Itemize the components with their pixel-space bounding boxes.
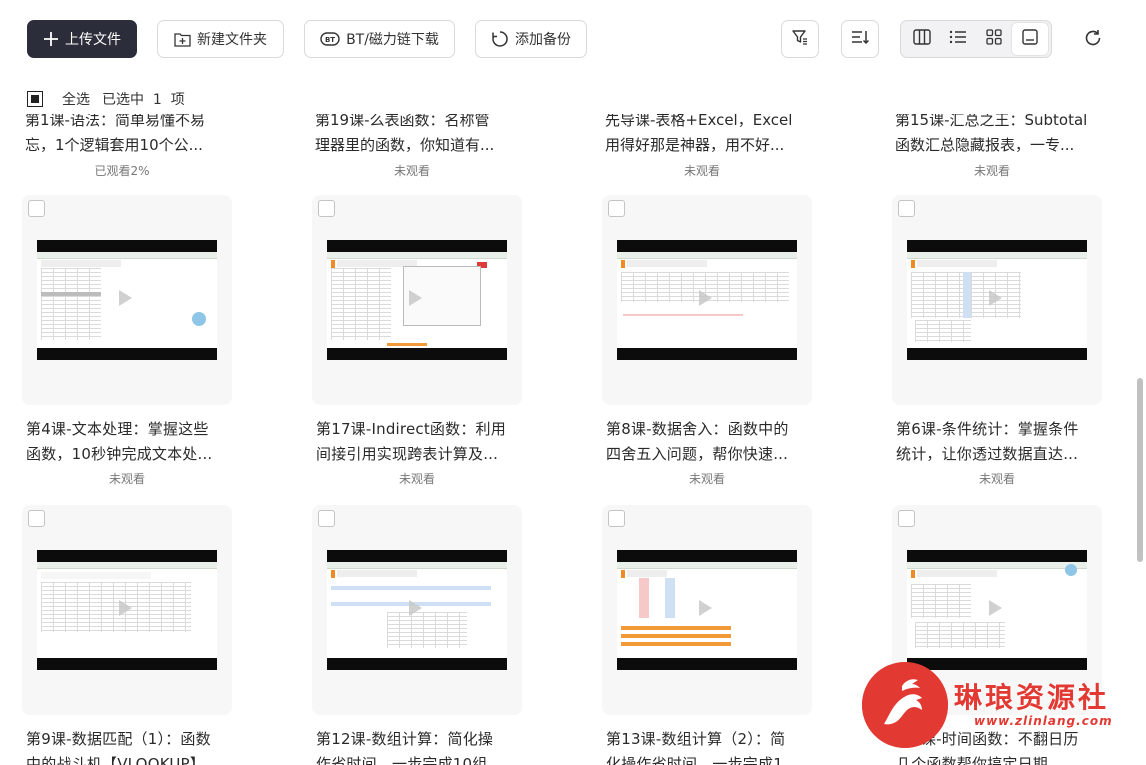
card-checkbox[interactable] <box>608 510 625 527</box>
card-checkbox[interactable] <box>898 510 915 527</box>
video-preview <box>37 550 217 670</box>
watch-status: 未观看 <box>108 472 145 486</box>
add-backup-label: 添加备份 <box>515 32 571 48</box>
toolbar: 上传文件 新建文件夹 BT BT/磁力链下载 添加备份 <box>0 0 1146 80</box>
video-preview <box>327 550 507 670</box>
selection-bar: 全选 已选中 1 项 <box>0 80 1130 114</box>
watch-status: 已观看2% <box>94 164 150 178</box>
video-thumbnail[interactable] <box>22 195 232 405</box>
filter-button[interactable] <box>781 20 819 58</box>
card-title-line: 第8课-数据舍入：函数中的 <box>606 420 789 438</box>
watch-status: 未观看 <box>688 472 725 486</box>
watch-status: 未观看 <box>683 164 720 178</box>
video-thumbnail[interactable] <box>602 505 812 715</box>
card-title[interactable]: 第15课-汇总之王：Subtotal 函数汇总隐藏报表，一专... <box>895 108 1105 158</box>
plus-icon <box>43 31 59 47</box>
scrollbar-thumb[interactable] <box>1137 378 1143 562</box>
video-preview <box>37 240 217 360</box>
video-preview <box>327 240 507 360</box>
card-title-line: 忘，1个逻辑套用10个公... <box>25 136 203 154</box>
refresh-icon <box>1083 28 1103 52</box>
card-title[interactable]: 第13课-数组计算（2）：简 化操作省时间，一步完成1 <box>606 727 814 765</box>
card-title[interactable]: 第9课-数据匹配（1）：函数 中的战斗机【VLOOKUP】 <box>26 727 234 765</box>
card-title[interactable]: 第17课-Indirect函数：利用 间接引用实现跨表计算及... <box>316 417 524 467</box>
video-thumbnail[interactable] <box>312 505 522 715</box>
upload-button[interactable]: 上传文件 <box>27 20 137 58</box>
select-all-checkbox[interactable] <box>27 91 43 107</box>
card-title-line: 用得好那是神器，用不好... <box>605 136 785 154</box>
card-title-line: 理器里的函数，你知道有... <box>315 136 495 154</box>
card-title-line: 函数汇总隐藏报表，一专... <box>895 136 1075 154</box>
file-grid: 第1课-语法：简单易懂不易 忘，1个逻辑套用10个公... 已观看2% 第19课… <box>0 0 1130 765</box>
card-title[interactable]: 第19课-么表函数：名称管 理器里的函数，你知道有... <box>315 108 525 158</box>
video-preview <box>617 240 797 360</box>
card-title-line: 函数，10秒钟完成文本处... <box>26 445 213 463</box>
folder-plus-icon <box>174 32 191 47</box>
card-title-line: 间接引用实现跨表计算及... <box>316 445 499 463</box>
refresh-button[interactable] <box>1082 29 1104 51</box>
video-thumbnail[interactable] <box>312 195 522 405</box>
card-title-line: 第12课-数组计算：简化操 <box>316 730 494 748</box>
grid-view-button[interactable] <box>976 23 1012 55</box>
watch-status: 未观看 <box>398 472 435 486</box>
new-folder-button[interactable]: 新建文件夹 <box>157 20 284 58</box>
card-title-line: 作省时间，一步完成10组 <box>316 755 488 765</box>
card-view-button[interactable] <box>1012 23 1048 55</box>
card-checkbox[interactable] <box>608 200 625 217</box>
watermark-name: 琳琅资源社 <box>954 681 1110 714</box>
list-view-icon <box>949 29 967 49</box>
watermark-url: www.zlinlang.com <box>974 714 1113 728</box>
card-checkbox[interactable] <box>28 200 45 217</box>
view-mode-switcher <box>900 20 1052 58</box>
card-title[interactable]: 第8课-数据舍入：函数中的 四舍五入问题，帮你快速... <box>606 417 814 467</box>
video-thumbnail[interactable] <box>22 505 232 715</box>
video-thumbnail[interactable] <box>892 195 1102 405</box>
dragon-logo-icon <box>862 662 948 748</box>
card-title-line: 第9课-数据匹配（1）：函数 <box>26 730 211 748</box>
grid-view-icon <box>986 29 1002 49</box>
bt-badge-icon: BT <box>320 31 340 47</box>
card-view-icon <box>1022 29 1038 49</box>
card-checkbox[interactable] <box>318 200 335 217</box>
video-preview <box>617 550 797 670</box>
card-title[interactable]: 先导课-表格+Excel，Excel 用得好那是神器，用不好... <box>605 108 815 158</box>
new-folder-label: 新建文件夹 <box>197 32 267 48</box>
card-title[interactable]: 第4课-文本处理：掌握这些 函数，10秒钟完成文本处... <box>26 417 234 467</box>
sync-icon <box>491 30 509 48</box>
card-title[interactable]: 第6课-条件统计：掌握条件 统计，让你透过数据直达... <box>896 417 1104 467</box>
video-thumbnail[interactable] <box>602 195 812 405</box>
card-title-line: 统计，让你透过数据直达... <box>896 445 1079 463</box>
sort-icon <box>851 29 870 49</box>
watch-status: 未观看 <box>393 164 430 178</box>
card-checkbox[interactable] <box>28 510 45 527</box>
card-title-line: 化操作省时间，一步完成1 <box>606 755 783 765</box>
card-title-line: 第6课-条件统计：掌握条件 <box>896 420 1079 438</box>
svg-text:BT: BT <box>325 36 335 44</box>
card-title-line: 第4课-文本处理：掌握这些 <box>26 420 209 438</box>
card-title-line: 第17课-Indirect函数：利用 <box>316 420 506 438</box>
list-view-button[interactable] <box>940 23 976 55</box>
card-title-line: 几个函数帮你搞定日期 <box>896 755 1049 765</box>
card-title-line: 四舍五入问题，帮你快速... <box>606 445 789 463</box>
columns-view-icon <box>913 29 931 49</box>
card-title[interactable]: 第1课-语法：简单易懂不易 忘，1个逻辑套用10个公... <box>25 108 235 158</box>
filter-icon <box>791 28 809 50</box>
watch-status: 未观看 <box>973 164 1010 178</box>
video-preview <box>907 550 1087 670</box>
card-title-line: 中的战斗机【VLOOKUP】 <box>26 755 205 765</box>
bt-download-button[interactable]: BT BT/磁力链下载 <box>304 20 455 58</box>
video-preview <box>907 240 1087 360</box>
selected-count: 已选中 1 项 <box>102 92 185 108</box>
watch-status: 未观看 <box>978 472 1015 486</box>
upload-label: 上传文件 <box>65 32 121 48</box>
select-all-label[interactable]: 全选 <box>62 89 90 109</box>
sort-button[interactable] <box>841 20 879 58</box>
card-checkbox[interactable] <box>898 200 915 217</box>
card-title-line: 第13课-数组计算（2）：简 <box>606 730 786 748</box>
card-title[interactable]: 第12课-数组计算：简化操 作省时间，一步完成10组 <box>316 727 524 765</box>
columns-view-button[interactable] <box>904 23 940 55</box>
add-backup-button[interactable]: 添加备份 <box>475 20 587 58</box>
bt-download-label: BT/磁力链下载 <box>346 32 439 48</box>
card-checkbox[interactable] <box>318 510 335 527</box>
